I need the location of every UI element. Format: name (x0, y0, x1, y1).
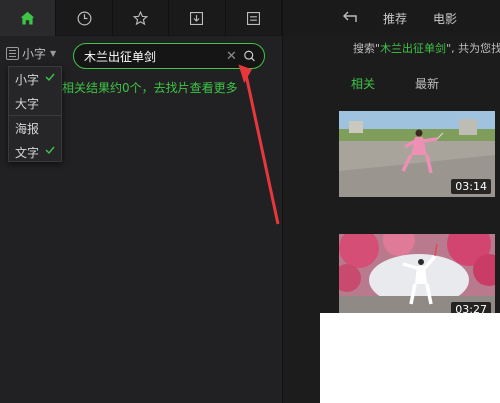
top-tab-bar (0, 0, 282, 36)
tab-home[interactable] (0, 0, 57, 36)
display-size-menu: 小字 大字 海报 文字 (8, 66, 62, 162)
back-button[interactable] (335, 9, 365, 28)
caret-down-icon: ▼ (50, 48, 57, 58)
left-panel: 小字 ▼ ✕ 小字 大字 海报 文字 相关结果约0个，去找片查看更多 (0, 0, 282, 403)
search-result-message[interactable]: 相关结果约0个，去找片查看更多 (62, 79, 238, 96)
video-duration: 03:14 (451, 179, 491, 194)
back-arrow-icon (343, 11, 357, 22)
clear-icon[interactable]: ✕ (226, 49, 237, 64)
search-box: ✕ (73, 43, 265, 69)
info-suffix: ", 共为您找 (446, 42, 500, 55)
video-thumbnail[interactable]: 03:27 (339, 234, 495, 320)
nav-item-movies[interactable]: 电影 (433, 10, 457, 27)
result-sub-tabs: 相关 最新 (351, 75, 439, 92)
tab-playlist[interactable] (226, 0, 282, 36)
check-icon (45, 146, 55, 155)
clock-icon (77, 11, 92, 25)
nav-item-recommend[interactable]: 推荐 (383, 10, 407, 27)
search-input[interactable] (84, 49, 224, 63)
check-icon (45, 73, 55, 82)
info-prefix: 搜索" (353, 42, 381, 55)
search-icon[interactable] (243, 49, 256, 63)
video-thumbnail[interactable]: 03:14 (339, 111, 495, 197)
info-keyword: 木兰出征单剑 (380, 42, 447, 55)
star-icon (132, 10, 149, 25)
display-size-select[interactable]: 小字 ▼ (6, 44, 56, 62)
size-select-label: 小字 (22, 46, 47, 61)
tab-favorites[interactable] (113, 0, 170, 36)
tab-downloads[interactable] (169, 0, 226, 36)
tab-latest[interactable]: 最新 (415, 75, 439, 92)
menu-item-label: 大字 (15, 96, 40, 111)
list-icon (246, 11, 260, 25)
tab-history[interactable] (56, 0, 113, 36)
menu-item-text[interactable]: 文字 (9, 140, 61, 164)
download-icon (190, 11, 204, 25)
menu-item-label: 小字 (15, 72, 40, 87)
home-icon (20, 11, 35, 24)
menu-item-large-text[interactable]: 大字 (9, 91, 61, 115)
blank-overlay (320, 313, 500, 403)
menu-item-label: 海报 (15, 121, 40, 136)
menu-item-poster[interactable]: 海报 (9, 116, 61, 140)
search-info-line: 搜索"木兰出征单剑", 共为您找 (353, 40, 500, 56)
nav-bar: 推荐 电影 (283, 0, 500, 36)
menu-item-small-text[interactable]: 小字 (9, 67, 61, 91)
list-view-icon (6, 46, 19, 60)
tab-related[interactable]: 相关 (351, 75, 375, 92)
menu-item-label: 文字 (15, 145, 40, 160)
